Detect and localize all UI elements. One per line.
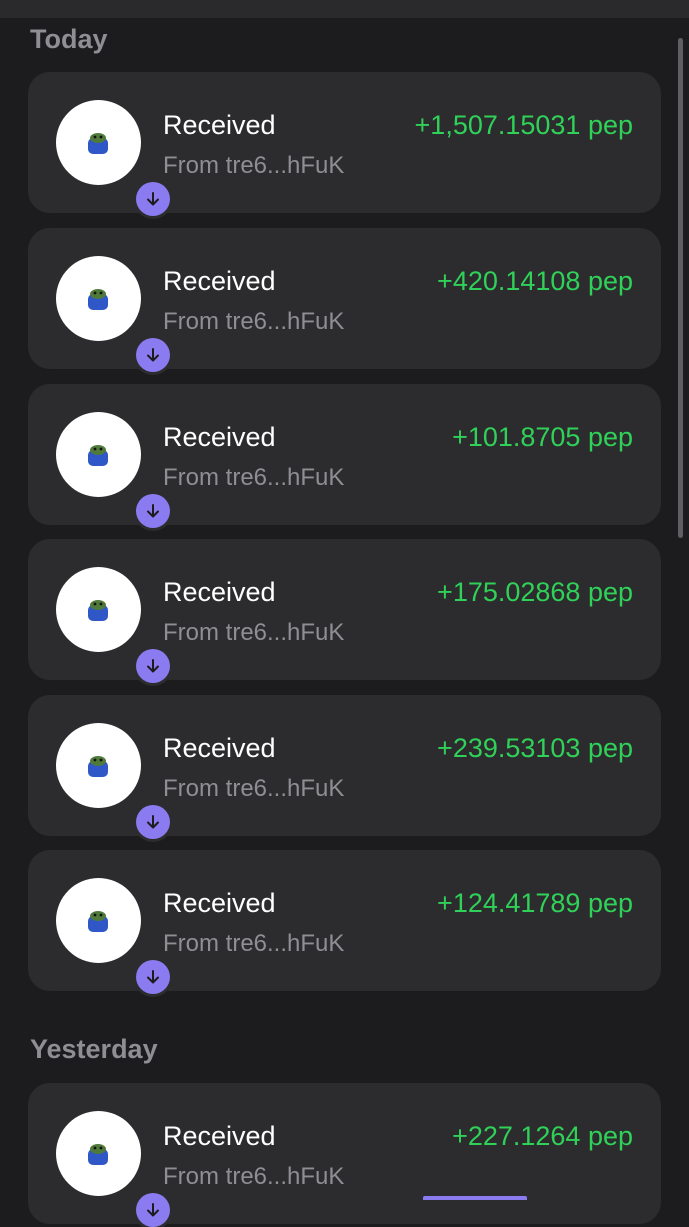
section-header-yesterday: Yesterday [30,1034,158,1064]
transaction-amount: +1,507.15031 pep [414,110,633,140]
transaction-from: From tre6...hFuK [163,464,345,491]
transaction-from: From tre6...hFuK [163,1163,345,1190]
bottom-tab-indicator [423,1196,527,1200]
transaction-from: From tre6...hFuK [163,619,345,646]
transaction-title: Received [163,733,276,763]
pepe-token-icon [88,289,108,310]
receive-arrow-icon [136,960,170,994]
transaction-row[interactable]: Received From tre6...hFuK +227.1264 pep [28,1083,661,1227]
token-avatar [56,567,170,683]
transaction-title: Received [163,577,276,607]
pepe-token-icon [88,133,108,154]
transaction-row[interactable]: Received From tre6...hFuK +101.8705 pep [28,384,661,528]
transaction-amount: +239.53103 pep [437,733,633,763]
transaction-from: From tre6...hFuK [163,775,345,802]
transaction-title: Received [163,422,276,452]
receive-arrow-icon [136,1193,170,1227]
transaction-from: From tre6...hFuK [163,930,345,957]
transaction-amount: +420.14108 pep [437,266,633,296]
transaction-from: From tre6...hFuK [163,152,345,179]
scrollbar-thumb[interactable] [678,38,683,538]
transaction-amount: +227.1264 pep [452,1121,633,1151]
pepe-token-icon [88,600,108,621]
pepe-token-icon [88,756,108,777]
token-avatar [56,100,170,216]
pepe-token-icon [88,911,108,932]
token-avatar [56,1111,170,1227]
transaction-row[interactable]: Received From tre6...hFuK +239.53103 pep [28,695,661,839]
transaction-row[interactable]: Received From tre6...hFuK +175.02868 pep [28,539,661,683]
transaction-amount: +175.02868 pep [437,577,633,607]
scrollbar[interactable] [673,18,689,1200]
transaction-row[interactable]: Received From tre6...hFuK +420.14108 pep [28,228,661,372]
transaction-title: Received [163,266,276,296]
top-strip [0,0,689,18]
transaction-title: Received [163,1121,276,1151]
transaction-from: From tre6...hFuK [163,308,345,335]
transaction-row[interactable]: Received From tre6...hFuK +1,507.15031 p… [28,72,661,216]
pepe-token-icon [88,445,108,466]
token-avatar [56,723,170,839]
token-avatar [56,412,170,528]
receive-arrow-icon [136,649,170,683]
receive-arrow-icon [136,338,170,372]
pepe-token-icon [88,1144,108,1165]
section-header-today: Today [30,24,108,54]
receive-arrow-icon [136,182,170,216]
transaction-title: Received [163,888,276,918]
receive-arrow-icon [136,494,170,528]
receive-arrow-icon [136,805,170,839]
transaction-row[interactable]: Received From tre6...hFuK +124.41789 pep [28,850,661,994]
token-avatar [56,878,170,994]
transaction-amount: +101.8705 pep [452,422,633,452]
transaction-title: Received [163,110,276,140]
token-avatar [56,256,170,372]
transaction-amount: +124.41789 pep [437,888,633,918]
